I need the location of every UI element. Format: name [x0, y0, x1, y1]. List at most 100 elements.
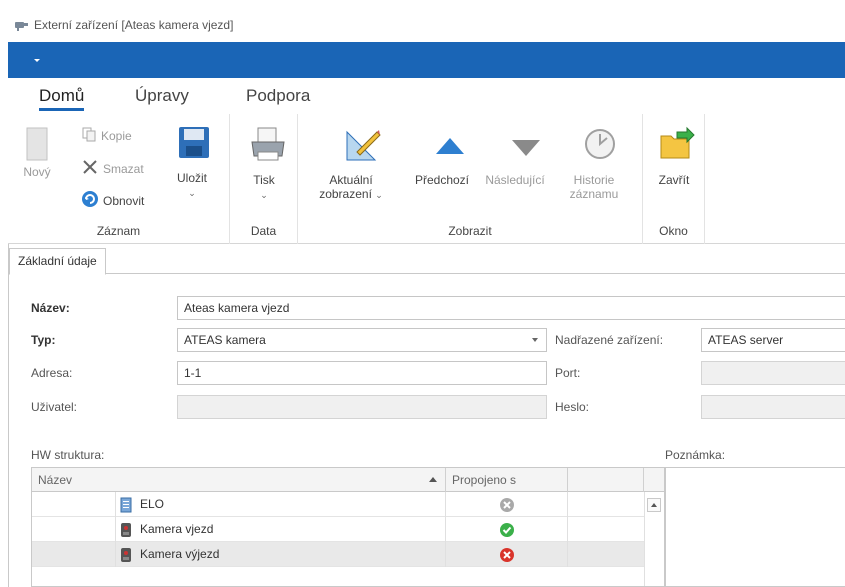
grid-scrollbar[interactable] [644, 492, 664, 586]
delete-button-label: Smazat [103, 161, 144, 176]
current-view-label-1: Aktuální [329, 173, 373, 187]
refresh-button-label: Obnovit [103, 193, 145, 208]
name-input[interactable]: Ateas kamera vjezd [177, 296, 845, 320]
previous-button[interactable]: Předchozí [410, 126, 474, 187]
group-zaznam: Nový Kopie Smazat Obnovit Uložit ⌄ Zázna… [8, 114, 230, 244]
new-button-label: Nový [23, 165, 51, 179]
table-row[interactable]: Kamera výjezd [32, 542, 644, 567]
link-status-error-icon [446, 542, 568, 567]
previous-button-label: Předchozí [414, 173, 470, 187]
copy-button-label: Kopie [101, 128, 132, 143]
notes-label: Poznámka: [665, 448, 726, 462]
table-row[interactable]: Kamera vjezd [32, 517, 644, 542]
table-row[interactable]: ELO [32, 492, 644, 517]
clock-history-icon [576, 126, 624, 167]
parent-device-field[interactable]: ATEAS server [701, 328, 845, 352]
camera-icon [14, 18, 30, 32]
address-input[interactable]: 1-1 [177, 361, 547, 385]
copy-button[interactable]: Kopie [81, 126, 132, 145]
copy-icon [81, 126, 97, 145]
close-button-label: Zavřít [658, 173, 690, 187]
save-button-label: Uložit [176, 171, 207, 185]
chevron-down-icon: ⌄ [188, 188, 196, 198]
record-history-button[interactable]: Historie záznamu [564, 126, 624, 201]
close-button[interactable]: Zavřít [651, 126, 697, 187]
tab-podpora[interactable]: Podpora [246, 86, 310, 106]
triangle-up-icon [426, 126, 474, 167]
grid-header: Název Propojeno s [32, 468, 664, 492]
camera-device-icon [120, 547, 132, 572]
folder-exit-icon [656, 126, 697, 167]
password-input[interactable] [701, 395, 845, 419]
scroll-up-icon[interactable] [647, 498, 661, 512]
document-tabstrip: Základní údaje [9, 244, 845, 275]
hw-structure-grid: Název Propojeno s ELO Kamera vjezd Kamer… [31, 467, 665, 587]
ribbon: Nový Kopie Smazat Obnovit Uložit ⌄ Zázna… [8, 114, 845, 244]
row-name: Kamera vjezd [140, 522, 214, 536]
window-titlebar: Externí zařízení [Ateas kamera vjezd] [8, 8, 845, 42]
tree-indent [32, 517, 116, 542]
delete-button[interactable]: Smazat [81, 158, 144, 179]
group-okno-label: Okno [659, 224, 688, 238]
save-disk-icon [176, 126, 212, 163]
window-title: Externí zařízení [Ateas kamera vjezd] [34, 18, 234, 32]
row-name: Kamera výjezd [140, 547, 220, 561]
current-view-label-2: zobrazení [319, 187, 372, 201]
next-button-label: Následující [485, 173, 545, 187]
hw-structure-label: HW struktura: [31, 448, 105, 462]
group-okno: Zavřít Okno [643, 114, 705, 244]
ribbon-tabs: Domů Úpravy Podpora [8, 78, 845, 114]
tree-indent [32, 492, 116, 517]
group-zaznam-label: Záznam [96, 224, 141, 238]
column-header-name[interactable]: Název [32, 468, 446, 492]
next-button[interactable]: Následující [478, 126, 552, 187]
print-button-label: Tisk [253, 173, 275, 187]
tab-upravy[interactable]: Úpravy [135, 86, 189, 106]
chevron-down-icon: ⌄ [260, 190, 268, 200]
new-button[interactable]: Nový [20, 126, 54, 179]
history-label-1: Historie [573, 173, 615, 187]
port-label: Port: [555, 366, 581, 380]
port-input[interactable] [701, 361, 845, 385]
refresh-button[interactable]: Obnovit [81, 190, 144, 211]
user-label: Uživatel: [31, 400, 78, 414]
print-button[interactable]: Tisk ⌄ [236, 126, 292, 202]
type-label: Typ: [31, 333, 56, 347]
notes-textarea[interactable] [665, 467, 845, 587]
tab-domu[interactable]: Domů [39, 86, 85, 111]
name-label: Název: [31, 301, 70, 315]
tab-zakladni-udaje[interactable]: Základní údaje [9, 248, 106, 275]
password-label: Heslo: [555, 400, 590, 414]
parent-device-label: Nadřazené zařízení: [555, 333, 664, 347]
type-select-value: ATEAS kamera [184, 333, 266, 347]
delete-x-icon [81, 158, 99, 179]
type-select[interactable]: ATEAS kamera [177, 328, 547, 352]
group-zobrazit-label: Zobrazit [448, 224, 492, 238]
group-data: Tisk ⌄ Data [230, 114, 298, 244]
chevron-down-icon [532, 338, 538, 342]
new-document-icon [20, 126, 54, 165]
chevron-down-icon: ⌄ [375, 190, 383, 200]
save-button[interactable]: Uložit ⌄ [172, 126, 212, 200]
address-label: Adresa: [31, 366, 73, 380]
refresh-icon [81, 190, 99, 211]
ruler-pencil-icon [332, 126, 392, 167]
link-status-ok-icon [446, 517, 568, 542]
tree-indent [32, 542, 116, 567]
current-view-button[interactable]: Aktuální zobrazení ⌄ [310, 126, 392, 202]
column-header-name-label: Název [38, 473, 73, 487]
column-header-linked[interactable]: Propojeno s [446, 468, 568, 492]
row-name: ELO [140, 497, 165, 511]
triangle-down-icon [499, 126, 552, 167]
history-label-2: záznamu [569, 187, 619, 201]
column-header-empty [568, 468, 644, 492]
quick-access-dropdown-icon[interactable] [34, 59, 40, 62]
group-data-label: Data [250, 224, 277, 238]
group-zobrazit: Aktuální zobrazení ⌄ Předchozí Následují… [298, 114, 643, 244]
sort-ascending-icon [429, 477, 437, 482]
link-status-disabled-icon [446, 492, 568, 517]
printer-icon [244, 126, 292, 167]
quick-access-bar [8, 42, 845, 78]
main-content: Základní údaje Název: Ateas kamera vjezd… [8, 244, 845, 587]
user-input[interactable] [177, 395, 547, 419]
